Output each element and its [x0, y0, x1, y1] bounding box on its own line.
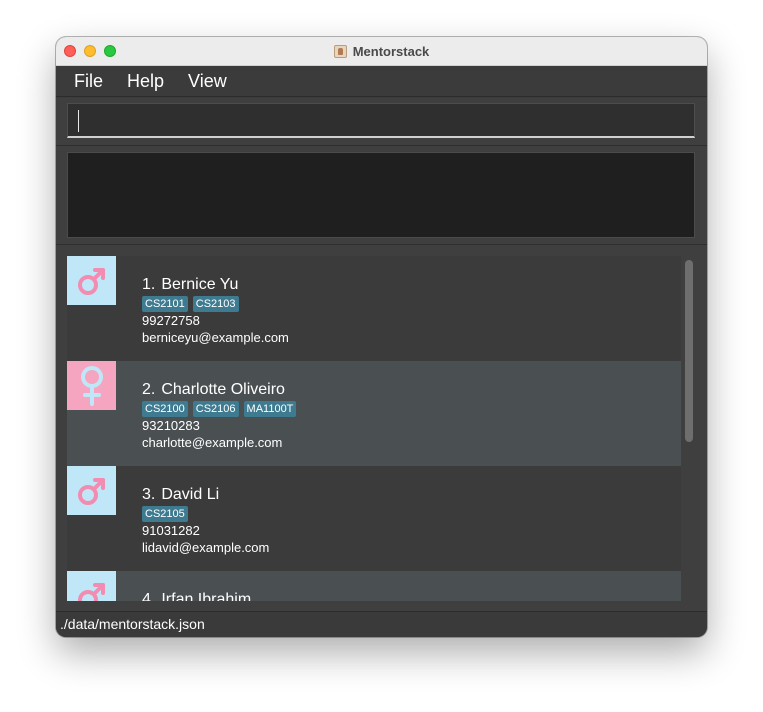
male-symbol-icon [67, 256, 116, 305]
tag-list: CS2101 CS2103 [142, 296, 289, 312]
person-phone: 99272758 [142, 313, 200, 328]
male-symbol-icon [67, 571, 116, 601]
male-symbol-icon [67, 466, 116, 515]
tag: CS2106 [192, 401, 239, 417]
status-bar: ./data/mentorstack.json [56, 611, 707, 637]
female-symbol-icon [67, 361, 116, 410]
person-card[interactable]: 2. Charlotte Oliveiro CS2100 CS2106 MA11… [67, 361, 681, 466]
data-file-path: ./data/mentorstack.json [60, 616, 205, 632]
person-details: 4. Irfan Ibrahim [142, 590, 251, 601]
person-card[interactable]: 3. David Li CS2105 91031282 lidavid@exam… [67, 466, 681, 571]
person-details: 2. Charlotte Oliveiro CS2100 CS2106 MA11… [142, 380, 297, 451]
window-controls [64, 45, 116, 57]
person-name: Irfan Ibrahim [161, 591, 252, 601]
person-details: 1. Bernice Yu CS2101 CS2103 99272758 ber… [142, 275, 289, 346]
window-title-group: Mentorstack [333, 43, 430, 59]
person-name-line: 3. David Li [142, 485, 269, 504]
text-caret [78, 110, 79, 132]
person-email: charlotte@example.com [142, 435, 283, 450]
window-title: Mentorstack [352, 43, 430, 59]
person-phone: 93210283 [142, 418, 200, 433]
result-display-area [56, 146, 707, 245]
person-list-panel: 1. Bernice Yu CS2101 CS2103 99272758 ber… [56, 245, 707, 611]
person-name-line: 4. Irfan Ibrahim [142, 590, 251, 601]
tag: CS2103 [192, 296, 239, 312]
minimize-button[interactable] [84, 45, 96, 57]
person-list[interactable]: 1. Bernice Yu CS2101 CS2103 99272758 ber… [67, 256, 681, 601]
zoom-button[interactable] [104, 45, 116, 57]
menu-help[interactable]: Help [115, 66, 176, 97]
command-box-area [56, 98, 707, 146]
person-phone: 91031282 [142, 523, 200, 538]
scrollbar-thumb[interactable] [685, 260, 693, 442]
person-index: 4. [142, 591, 156, 601]
person-card[interactable]: 4. Irfan Ibrahim [67, 571, 681, 601]
tag-list: CS2105 [142, 506, 269, 522]
person-name: David Li [161, 486, 220, 503]
menu-view[interactable]: View [176, 66, 239, 97]
tag: CS2105 [142, 506, 188, 522]
tag: CS2101 [142, 296, 188, 312]
close-button[interactable] [64, 45, 76, 57]
title-bar: Mentorstack [56, 37, 707, 66]
tag: MA1100T [243, 401, 297, 417]
menu-bar: File Help View [56, 66, 707, 97]
tag-list: CS2100 CS2106 MA1100T [142, 401, 297, 417]
person-name: Bernice Yu [161, 276, 239, 293]
list-scrollbar[interactable] [683, 256, 695, 601]
person-name-line: 2. Charlotte Oliveiro [142, 380, 296, 399]
result-display [67, 152, 695, 238]
command-box[interactable] [67, 103, 695, 138]
person-card[interactable]: 1. Bernice Yu CS2101 CS2103 99272758 ber… [67, 256, 681, 361]
person-email: lidavid@example.com [142, 540, 270, 555]
menu-file[interactable]: File [62, 66, 115, 97]
app-window: Mentorstack File Help View 1. Bernice Yu… [56, 37, 707, 637]
person-index: 2. [142, 381, 156, 398]
person-index: 1. [142, 276, 156, 293]
person-details: 3. David Li CS2105 91031282 lidavid@exam… [142, 485, 269, 556]
person-index: 3. [142, 486, 156, 503]
command-input[interactable] [68, 104, 694, 136]
app-icon [333, 44, 347, 58]
person-name: Charlotte Oliveiro [161, 381, 285, 398]
tag: CS2100 [142, 401, 188, 417]
person-email: berniceyu@example.com [142, 330, 289, 345]
person-name-line: 1. Bernice Yu [142, 275, 289, 294]
